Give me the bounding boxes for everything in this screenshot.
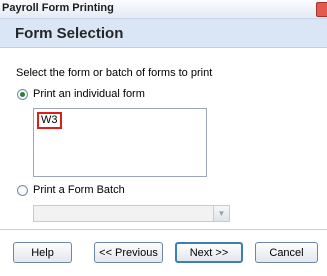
cancel-button[interactable]: Cancel xyxy=(255,242,318,263)
radio-individual-label[interactable]: Print an individual form xyxy=(33,88,145,100)
batch-select[interactable]: ▼ xyxy=(33,205,230,222)
title-bar: Payroll Form Printing xyxy=(0,0,327,19)
instruction-text: Select the form or batch of forms to pri… xyxy=(16,67,213,79)
footer-separator xyxy=(0,229,327,230)
radio-individual-form[interactable] xyxy=(17,89,28,100)
close-icon[interactable] xyxy=(316,2,327,17)
list-item-w3[interactable]: W3 xyxy=(37,112,62,129)
form-listbox[interactable]: W3 xyxy=(33,108,207,177)
radio-selected-dot xyxy=(20,92,25,97)
help-button[interactable]: Help xyxy=(13,242,72,263)
previous-button[interactable]: << Previous xyxy=(94,242,163,263)
next-button[interactable]: Next >> xyxy=(175,242,243,263)
chevron-down-icon[interactable]: ▼ xyxy=(213,206,229,221)
window-title: Payroll Form Printing xyxy=(2,2,114,14)
header-panel: Form Selection xyxy=(0,19,327,48)
radio-batch-label[interactable]: Print a Form Batch xyxy=(33,184,125,196)
radio-form-batch[interactable] xyxy=(17,185,28,196)
page-title: Form Selection xyxy=(15,25,124,42)
